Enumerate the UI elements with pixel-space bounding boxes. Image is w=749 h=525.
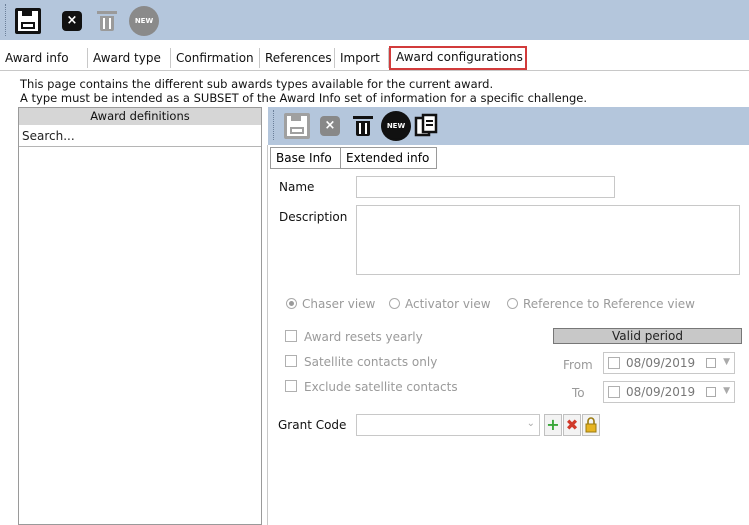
detail-panel-divider — [267, 145, 268, 525]
from-date-value: 08/09/2019 — [626, 356, 696, 370]
new-button[interactable]: NEW — [130, 7, 158, 35]
main-toolbar: × NEW — [0, 0, 749, 40]
grant-code-label: Grant Code — [278, 418, 347, 432]
tab-import[interactable]: Import — [335, 48, 389, 68]
delete-button[interactable] — [351, 114, 375, 138]
chevron-down-icon: ⌄ — [526, 418, 535, 429]
radio-reference-view[interactable]: Reference to Reference view — [507, 297, 695, 311]
lock-icon — [585, 417, 597, 433]
tab-award-configurations[interactable]: Award configurations — [389, 46, 527, 70]
tab-confirmation[interactable]: Confirmation — [171, 48, 260, 68]
delete-x-icon: ✖ — [565, 416, 579, 434]
close-icon: × — [62, 11, 82, 31]
checkbox-icon[interactable] — [608, 386, 620, 398]
trash-icon — [97, 11, 117, 31]
detail-toolbar: × NEW — [268, 107, 749, 145]
radio-icon — [507, 298, 518, 309]
award-definitions-list[interactable] — [19, 148, 261, 524]
tab-references[interactable]: References — [260, 48, 335, 68]
radio-activator-view[interactable]: Activator view — [389, 297, 491, 311]
add-grant-button[interactable]: + — [544, 414, 562, 436]
save-icon — [284, 113, 310, 139]
save-button[interactable] — [283, 112, 311, 140]
radio-icon — [286, 298, 297, 309]
exclude-satellite-contacts-checkbox[interactable]: Exclude satellite contacts — [285, 380, 458, 394]
lock-grant-button[interactable] — [582, 414, 600, 436]
chevron-down-icon: ▼ — [723, 386, 730, 396]
award-resets-yearly-checkbox[interactable]: Award resets yearly — [285, 330, 423, 344]
tab-extended-info[interactable]: Extended info — [341, 147, 437, 169]
valid-period-header: Valid period — [553, 328, 742, 344]
remove-grant-button[interactable]: ✖ — [563, 414, 581, 436]
tab-award-type[interactable]: Award type — [88, 48, 171, 68]
toolbar-grip[interactable] — [273, 110, 276, 140]
save-icon — [15, 8, 41, 34]
grant-code-select[interactable]: ⌄ — [356, 414, 540, 436]
calendar-icon — [706, 387, 716, 397]
radio-icon — [389, 298, 400, 309]
from-label: From — [563, 358, 593, 372]
calendar-icon — [706, 358, 716, 368]
radio-chaser-view[interactable]: Chaser view — [286, 297, 375, 311]
checkbox-icon — [285, 380, 297, 392]
name-field[interactable] — [356, 176, 615, 198]
close-button[interactable]: × — [318, 114, 342, 138]
trash-icon — [353, 116, 373, 136]
to-date-value: 08/09/2019 — [626, 385, 696, 399]
name-label: Name — [279, 180, 315, 194]
new-button[interactable]: NEW — [382, 112, 410, 140]
to-date-picker[interactable]: 08/09/2019 ▼ — [603, 381, 735, 403]
checkbox-icon[interactable] — [608, 357, 620, 369]
new-seal-icon: NEW — [383, 113, 409, 139]
copy-button[interactable] — [412, 112, 440, 140]
tab-divider — [0, 70, 749, 71]
award-definitions-header: Award definitions — [19, 108, 261, 126]
checkbox-icon — [285, 355, 297, 367]
delete-button[interactable] — [95, 9, 119, 33]
from-date-picker[interactable]: 08/09/2019 ▼ — [603, 352, 735, 374]
tab-award-info[interactable]: Award info — [0, 48, 88, 68]
info-line-2: A type must be intended as a SUBSET of t… — [20, 91, 588, 105]
checkbox-icon — [285, 330, 297, 342]
chevron-down-icon: ▼ — [723, 357, 730, 367]
search-input[interactable] — [19, 125, 261, 147]
close-icon: × — [320, 116, 340, 136]
description-label: Description — [279, 210, 348, 224]
new-seal-icon: NEW — [131, 8, 157, 34]
toolbar-grip[interactable] — [5, 4, 8, 36]
close-button[interactable]: × — [60, 9, 84, 33]
save-button[interactable] — [14, 7, 42, 35]
to-label: To — [572, 386, 585, 400]
copy-icon — [414, 113, 438, 137]
info-line-1: This page contains the different sub awa… — [20, 77, 494, 91]
award-definitions-panel: Award definitions — [18, 107, 262, 525]
satellite-contacts-only-checkbox[interactable]: Satellite contacts only — [285, 355, 437, 369]
description-field[interactable] — [356, 205, 740, 275]
tab-base-info[interactable]: Base Info — [270, 147, 341, 169]
plus-icon: + — [546, 415, 560, 434]
